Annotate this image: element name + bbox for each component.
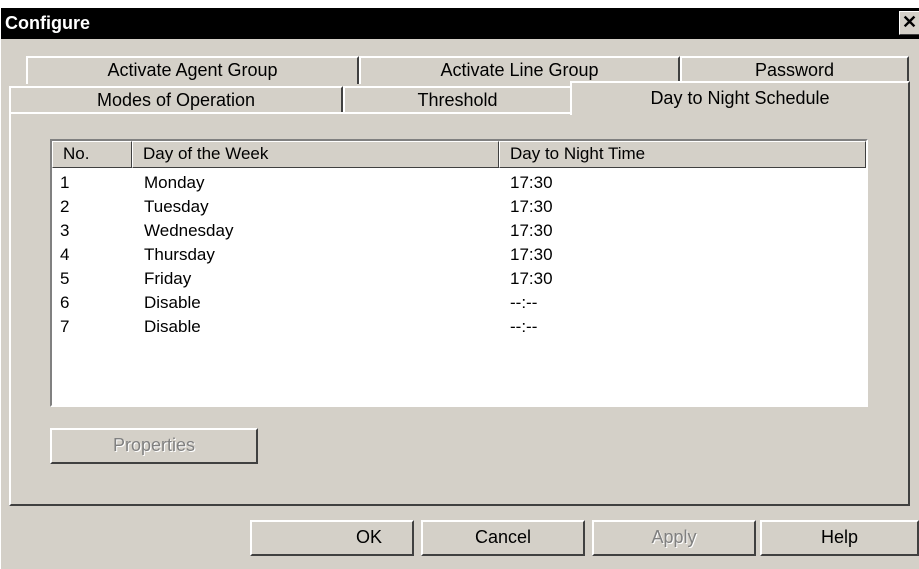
tab-threshold[interactable]: Threshold	[343, 86, 572, 114]
row-number: 6	[60, 293, 70, 312]
row-time: --:--	[510, 317, 538, 336]
row-time: --:--	[510, 293, 538, 312]
column-header-no[interactable]: No.	[52, 141, 132, 168]
tab-label: Day to Night Schedule	[650, 88, 830, 108]
row-day: Tuesday	[144, 197, 209, 216]
close-icon: ✕	[901, 12, 918, 32]
row-time: 17:30	[510, 221, 553, 240]
row-day: Wednesday	[144, 221, 234, 240]
cancel-button[interactable]: Cancel	[421, 520, 585, 556]
tab-activate-line-group[interactable]: Activate Line Group	[359, 56, 680, 84]
list-item[interactable]: 4 Thursday 17:30	[52, 243, 866, 267]
row-day: Disable	[144, 317, 201, 336]
row-time: 17:30	[510, 197, 553, 216]
row-time: 17:30	[510, 245, 553, 264]
properties-button-label: Properties	[112, 435, 196, 455]
row-number: 3	[60, 221, 70, 240]
row-number: 1	[60, 173, 70, 192]
properties-button[interactable]: Properties	[50, 428, 258, 464]
help-button[interactable]: Help	[760, 520, 919, 556]
tab-day-to-night-schedule[interactable]: Day to Night Schedule	[570, 81, 910, 115]
list-item[interactable]: 1 Monday 17:30	[52, 171, 866, 195]
apply-button[interactable]: Apply	[592, 520, 756, 556]
tab-password[interactable]: Password	[680, 56, 909, 84]
row-day: Disable	[144, 293, 201, 312]
title-bar[interactable]: Configure ✕	[1, 8, 919, 39]
ok-button[interactable]: OK	[250, 520, 414, 556]
row-day: Thursday	[144, 245, 215, 264]
apply-button-label: Apply	[651, 527, 697, 547]
help-button-label: Help	[820, 527, 859, 547]
list-item[interactable]: 3 Wednesday 17:30	[52, 219, 866, 243]
column-header-day[interactable]: Day of the Week	[132, 141, 499, 168]
row-time: 17:30	[510, 173, 553, 192]
tab-label: Threshold	[417, 90, 498, 110]
row-number: 7	[60, 317, 70, 336]
ok-button-label: OK	[355, 527, 382, 547]
row-day: Monday	[144, 173, 205, 192]
row-number: 5	[60, 269, 70, 288]
row-number: 4	[60, 245, 70, 264]
row-number: 2	[60, 197, 70, 216]
row-time: 17:30	[510, 269, 553, 288]
column-header-time[interactable]: Day to Night Time	[499, 141, 866, 168]
tab-label: Activate Agent Group	[107, 60, 278, 80]
list-item[interactable]: 7 Disable --:--	[52, 315, 866, 339]
cancel-button-label: Cancel	[474, 527, 532, 547]
list-item[interactable]: 2 Tuesday 17:30	[52, 195, 866, 219]
row-day: Friday	[144, 269, 192, 288]
list-item[interactable]: 5 Friday 17:30	[52, 267, 866, 291]
tab-label: Modes of Operation	[96, 90, 256, 110]
close-button[interactable]: ✕	[899, 11, 919, 35]
window-title: Configure	[5, 13, 90, 33]
tab-modes-of-operation[interactable]: Modes of Operation	[9, 86, 343, 114]
tab-label: Password	[754, 60, 835, 80]
tab-label: Activate Line Group	[440, 60, 599, 80]
schedule-list[interactable]: No. Day of the Week Day to Night Time 1 …	[50, 139, 868, 407]
tab-activate-agent-group[interactable]: Activate Agent Group	[26, 56, 359, 84]
list-item[interactable]: 6 Disable --:--	[52, 291, 866, 315]
